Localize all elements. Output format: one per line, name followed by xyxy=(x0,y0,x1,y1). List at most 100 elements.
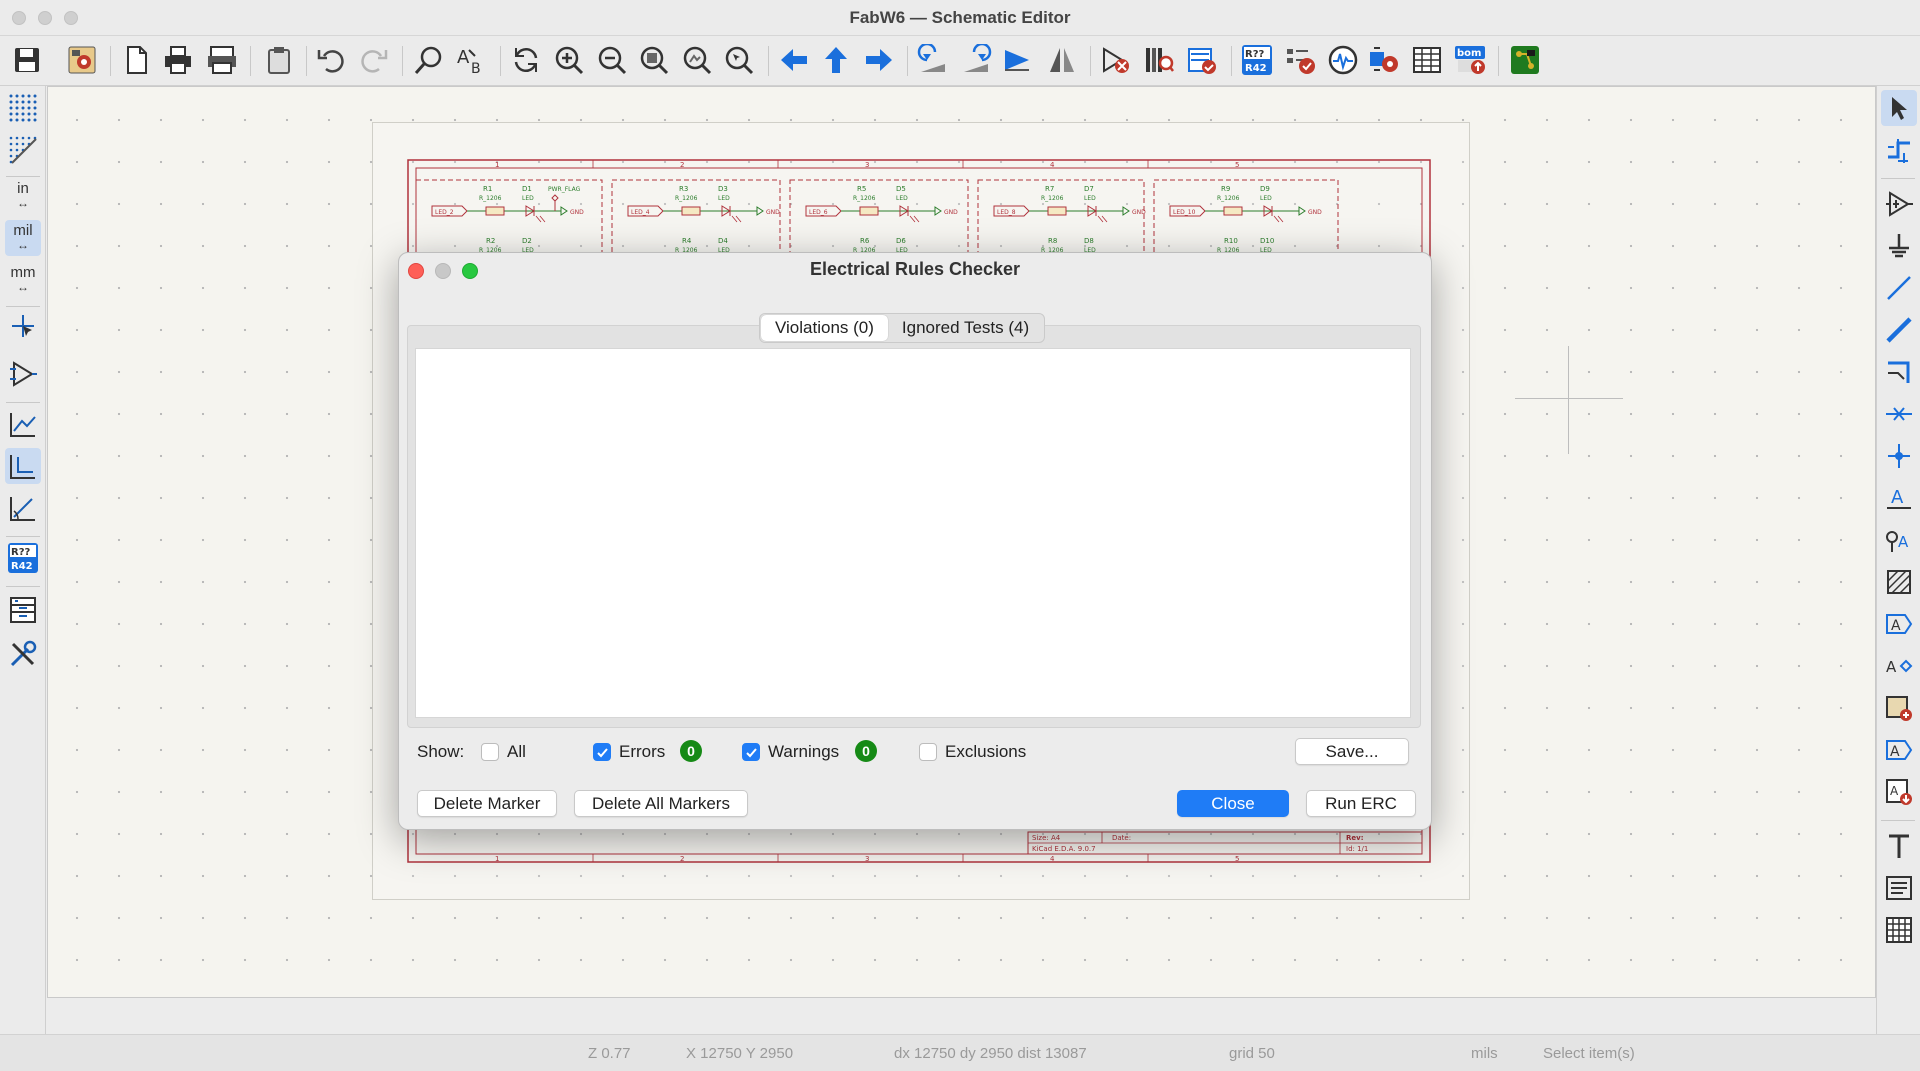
assign-footprints-button[interactable] xyxy=(1366,42,1402,78)
erc-button[interactable] xyxy=(1282,42,1318,78)
save-report-button[interactable]: Save... xyxy=(1295,738,1409,765)
ground-label: GND xyxy=(766,209,780,216)
plot-button[interactable] xyxy=(204,42,240,78)
place-junction-button[interactable] xyxy=(1881,438,1917,474)
filter-warnings-label[interactable]: Warnings xyxy=(768,742,839,762)
resistor-ref: R1 xyxy=(483,185,492,193)
filter-warnings-checkbox[interactable] xyxy=(742,743,760,761)
place-bus-entry-button[interactable] xyxy=(1881,354,1917,390)
find-replace-button[interactable]: AB xyxy=(454,42,490,78)
place-symbol-button[interactable] xyxy=(1881,186,1917,222)
hierarchy-navigator-button[interactable] xyxy=(5,592,41,628)
place-textbox-button[interactable] xyxy=(1881,870,1917,906)
show-pins-button[interactable] xyxy=(5,356,41,392)
edit-symbol-fields-button[interactable] xyxy=(1184,42,1220,78)
annotation-display-button[interactable]: R?? R42 xyxy=(5,540,41,576)
import-sheet-pins-button[interactable]: A xyxy=(1881,774,1917,810)
diode-value: LED xyxy=(718,195,730,202)
place-text-button[interactable] xyxy=(1881,828,1917,864)
units-mm-button[interactable]: mm ↔ xyxy=(5,262,41,298)
line-mode-45-button[interactable] xyxy=(5,490,41,526)
annotate-button[interactable]: R?? R42 xyxy=(1239,42,1275,78)
simulator-button[interactable] xyxy=(1325,42,1361,78)
line-mode-free-button[interactable] xyxy=(5,406,41,442)
paste-button[interactable] xyxy=(261,42,297,78)
filter-all-label[interactable]: All xyxy=(507,742,526,762)
navigate-forward-button[interactable] xyxy=(861,42,897,78)
open-pcb-editor-button[interactable] xyxy=(1507,42,1543,78)
rotate-cw-button[interactable] xyxy=(958,42,994,78)
diode-value: LED xyxy=(896,195,908,202)
sheet-column-marker: 3 xyxy=(865,161,869,169)
generate-bom-button[interactable]: bom xyxy=(1452,42,1488,78)
violations-list[interactable] xyxy=(415,348,1411,718)
tab-ignored-tests[interactable]: Ignored Tests (4) xyxy=(888,315,1043,341)
svg-text:R??: R?? xyxy=(1245,49,1265,60)
cursor-style-button[interactable] xyxy=(5,308,41,344)
mirror-vertical-button[interactable] xyxy=(1000,42,1036,78)
annotate-icon: R?? R42 xyxy=(8,543,38,573)
mirror-horizontal-button[interactable] xyxy=(1044,42,1080,78)
undo-button[interactable] xyxy=(313,42,349,78)
filter-errors-label[interactable]: Errors xyxy=(619,742,665,762)
draw-rule-area-button[interactable] xyxy=(1881,564,1917,600)
place-no-connect-button[interactable] xyxy=(1881,396,1917,432)
place-label-button[interactable]: A xyxy=(1881,480,1917,516)
zoom-in-button[interactable] xyxy=(551,42,587,78)
highlight-net-button[interactable] xyxy=(1881,132,1917,168)
place-class-directive-button[interactable]: A xyxy=(1881,522,1917,558)
resistor-ref: R5 xyxy=(857,185,866,193)
navigate-back-button[interactable] xyxy=(776,42,812,78)
symbol-library-browser-button[interactable] xyxy=(1141,42,1177,78)
zoom-fit-button[interactable] xyxy=(636,42,672,78)
tab-violations[interactable]: Violations (0) xyxy=(761,315,888,341)
grid-toggle-button[interactable] xyxy=(5,90,41,126)
properties-panel-button[interactable] xyxy=(5,636,41,672)
run-erc-button[interactable]: Run ERC xyxy=(1306,790,1416,817)
schematic-setup-button[interactable] xyxy=(64,42,100,78)
print-button[interactable] xyxy=(160,42,196,78)
delete-marker-button[interactable]: Delete Marker xyxy=(417,790,557,817)
undo-icon xyxy=(317,50,344,73)
line-mode-90-button[interactable] xyxy=(5,448,41,484)
symbol-fields-table-button[interactable] xyxy=(1409,42,1445,78)
place-hier-label-button[interactable]: A xyxy=(1881,648,1917,684)
place-sheet-button[interactable] xyxy=(1881,690,1917,726)
sheet-icon xyxy=(1886,696,1912,721)
place-bus-button[interactable] xyxy=(1881,312,1917,348)
place-power-button[interactable] xyxy=(1881,228,1917,264)
rotate-ccw-button[interactable] xyxy=(915,42,951,78)
find-button[interactable] xyxy=(411,42,447,78)
save-button[interactable] xyxy=(9,42,45,78)
filter-errors-checkbox[interactable] xyxy=(593,743,611,761)
place-sheet-pin-button[interactable]: A xyxy=(1881,732,1917,768)
grid-override-button[interactable] xyxy=(5,132,41,168)
svg-text:A: A xyxy=(1890,744,1900,760)
bom-icon: bom xyxy=(1455,46,1485,74)
navigate-up-button[interactable] xyxy=(818,42,854,78)
redo-button[interactable] xyxy=(356,42,392,78)
zoom-selection-button[interactable] xyxy=(721,42,757,78)
status-grid[interactable]: grid 50 xyxy=(1229,1045,1275,1062)
place-wire-button[interactable] xyxy=(1881,270,1917,306)
delete-all-markers-button[interactable]: Delete All Markers xyxy=(574,790,748,817)
page-settings-button[interactable] xyxy=(118,42,154,78)
filter-exclusions-label[interactable]: Exclusions xyxy=(945,742,1026,762)
zoom-out-button[interactable] xyxy=(594,42,630,78)
refresh-button[interactable] xyxy=(508,42,544,78)
close-button[interactable]: Close xyxy=(1177,790,1289,817)
redo-icon xyxy=(361,50,388,73)
units-mil-button[interactable]: mil ↔ xyxy=(5,220,41,256)
units-inch-button[interactable]: in ↔ xyxy=(5,178,41,214)
select-tool-button[interactable] xyxy=(1881,90,1917,126)
filter-all-checkbox[interactable] xyxy=(481,743,499,761)
place-global-label-button[interactable]: A xyxy=(1881,606,1917,642)
filter-exclusions-checkbox[interactable] xyxy=(919,743,937,761)
resistor-ref: R9 xyxy=(1221,185,1230,193)
zoom-fit-objects-button[interactable] xyxy=(679,42,715,78)
symbol-icon xyxy=(1886,191,1913,217)
status-units[interactable]: mils xyxy=(1471,1045,1498,1062)
resistor-value: R_1206 xyxy=(675,195,698,202)
symbol-editor-button[interactable] xyxy=(1098,42,1134,78)
place-table-button[interactable] xyxy=(1881,912,1917,948)
